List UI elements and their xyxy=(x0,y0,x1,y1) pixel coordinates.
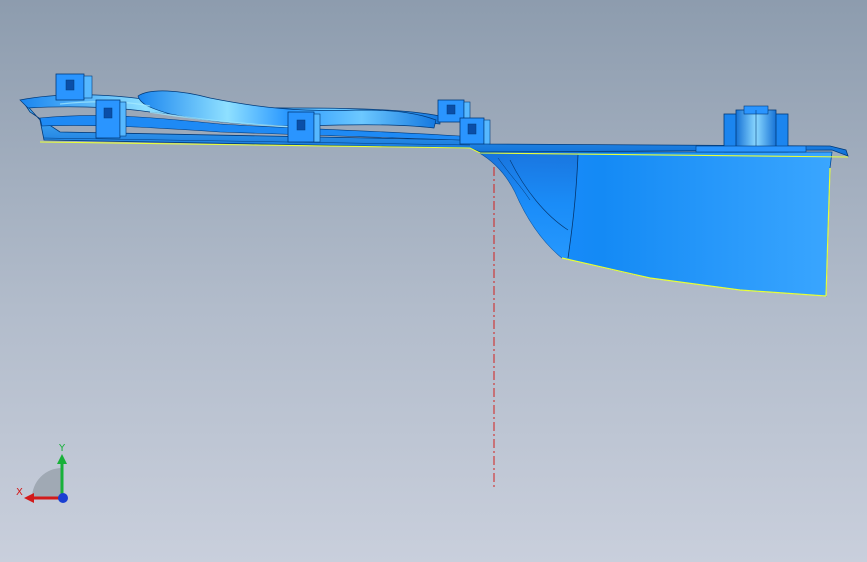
clip-tab-5[interactable] xyxy=(459,117,491,145)
3d-viewport[interactable]: X Y xyxy=(0,0,867,562)
y-axis-label: Y xyxy=(59,443,66,454)
hull-body[interactable] xyxy=(476,151,833,297)
cad-model-canvas[interactable] xyxy=(0,0,867,562)
clip-tab-2[interactable] xyxy=(95,99,127,139)
x-axis-label: X xyxy=(16,487,23,498)
clip-tab-1[interactable] xyxy=(55,73,93,101)
clip-tab-3[interactable] xyxy=(287,111,321,143)
coordinate-triad-icon xyxy=(24,454,68,503)
